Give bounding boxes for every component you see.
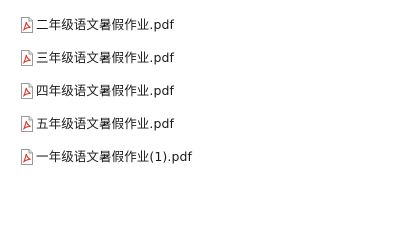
file-name[interactable]: 二年级语文暑假作业.pdf <box>36 17 174 33</box>
file-item[interactable]: 四年级语文暑假作业.pdf <box>19 74 379 107</box>
pdf-file-icon <box>19 115 35 132</box>
file-list: 二年级语文暑假作业.pdf 三年级语文暑假作业.pdf 四年级语文暑假作业.pd… <box>19 8 379 173</box>
file-name[interactable]: 三年级语文暑假作业.pdf <box>36 50 174 66</box>
file-item[interactable]: 五年级语文暑假作业.pdf <box>19 107 379 140</box>
file-item[interactable]: 二年级语文暑假作业.pdf <box>19 8 379 41</box>
file-name[interactable]: 一年级语文暑假作业(1).pdf <box>36 149 192 165</box>
pdf-file-icon <box>19 49 35 66</box>
pdf-file-icon <box>19 16 35 33</box>
pdf-file-icon <box>19 148 35 165</box>
file-name[interactable]: 五年级语文暑假作业.pdf <box>36 116 174 132</box>
file-item[interactable]: 一年级语文暑假作业(1).pdf <box>19 140 379 173</box>
pdf-file-icon <box>19 82 35 99</box>
file-name[interactable]: 四年级语文暑假作业.pdf <box>36 83 174 99</box>
file-item[interactable]: 三年级语文暑假作业.pdf <box>19 41 379 74</box>
